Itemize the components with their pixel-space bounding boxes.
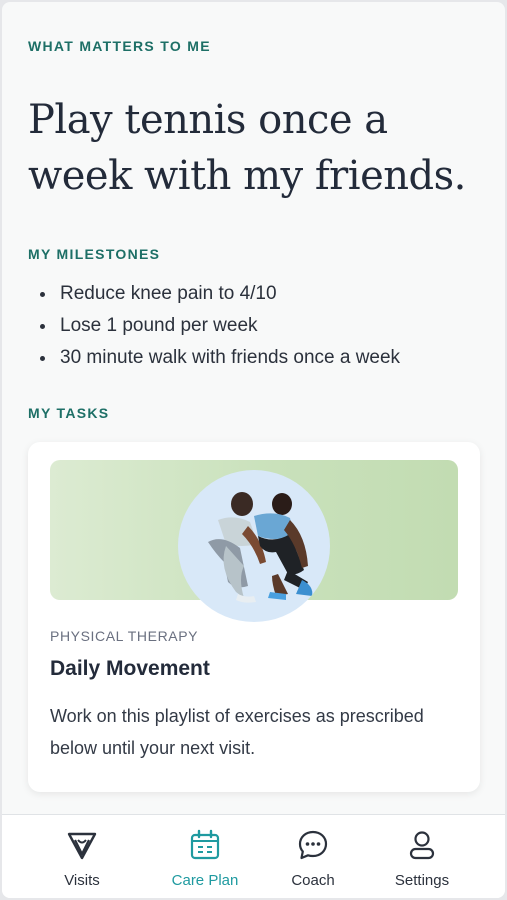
person-icon bbox=[406, 829, 438, 861]
task-category: PHYSICAL THERAPY bbox=[50, 628, 199, 644]
milestone-text: Lose 1 pound per week bbox=[60, 315, 258, 336]
milestone-item: Reduce knee pain to 4/10 bbox=[30, 278, 400, 310]
milestone-text: Reduce knee pain to 4/10 bbox=[60, 283, 277, 304]
bottom-tab-bar: Visits Care Plan Coach Settings bbox=[2, 814, 505, 898]
milestone-item: 30 minute walk with friends once a week bbox=[30, 342, 400, 374]
tab-label: Coach bbox=[291, 872, 335, 889]
care-plan-screen: WHAT MATTERS TO ME Play tennis once a we… bbox=[2, 2, 505, 898]
tab-visits[interactable]: Visits bbox=[27, 815, 137, 898]
milestones-label: MY MILESTONES bbox=[28, 246, 161, 262]
calendar-icon bbox=[189, 829, 221, 861]
tasks-label: MY TASKS bbox=[28, 405, 110, 421]
two-people-stretching-photo bbox=[178, 470, 330, 622]
bullet bbox=[40, 292, 45, 297]
tab-coach[interactable]: Coach bbox=[258, 815, 368, 898]
tab-care-plan[interactable]: Care Plan bbox=[150, 815, 260, 898]
chat-bubble-icon bbox=[297, 829, 329, 861]
what-matters-label: WHAT MATTERS TO ME bbox=[28, 38, 211, 54]
bullet bbox=[40, 356, 45, 361]
milestones-list: Reduce knee pain to 4/10 Lose 1 pound pe… bbox=[30, 278, 400, 374]
bullet bbox=[40, 324, 45, 329]
task-banner bbox=[50, 460, 458, 622]
tab-label: Settings bbox=[394, 872, 450, 889]
milestone-item: Lose 1 pound per week bbox=[30, 310, 400, 342]
task-title: Daily Movement bbox=[50, 657, 210, 680]
tab-settings[interactable]: Settings bbox=[367, 815, 477, 898]
task-card-daily-movement[interactable]: PHYSICAL THERAPY Daily Movement Work on … bbox=[28, 442, 480, 792]
task-description: Work on this playlist of exercises as pr… bbox=[50, 706, 424, 758]
visits-logo-icon bbox=[66, 829, 98, 861]
tab-label: Care Plan bbox=[171, 872, 239, 889]
goal-text: Play tennis once a week with my friends. bbox=[28, 97, 466, 199]
milestone-text: 30 minute walk with friends once a week bbox=[60, 347, 401, 368]
tab-label: Visits bbox=[64, 872, 100, 889]
